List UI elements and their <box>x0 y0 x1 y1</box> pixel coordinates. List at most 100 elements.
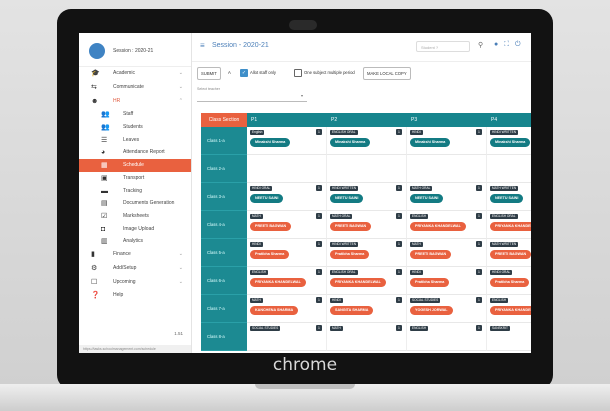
sidebar-item-transport[interactable]: ▣ Transport <box>79 172 191 185</box>
teacher-chip[interactable]: NEETU SAINI <box>490 194 524 203</box>
sidebar-item-finance[interactable]: ▮ Finance ⌄ <box>79 248 191 262</box>
subject-tag: SOCIAL STUDIES <box>410 298 441 303</box>
sidebar-item-add-setup[interactable]: ⚙ Add/Setup ⌄ <box>79 262 191 276</box>
schedule-cell[interactable]: HINDI WRITTEN 1 NEETU SAINI <box>327 183 407 211</box>
teacher-chip[interactable]: PREETI BAGWAN <box>490 250 531 259</box>
sidebar-item-communicate[interactable]: ⇆ Communicate ⌄ <box>79 81 191 95</box>
teacher-chip[interactable]: Minakshi Sharma <box>490 138 531 147</box>
schedule-cell[interactable]: MATH ORAL 1 PREETI BAGWAN <box>327 211 407 239</box>
school-logo[interactable] <box>89 43 105 59</box>
teacher-chip[interactable]: Pratibha Sharma <box>410 278 450 287</box>
schedule-cell[interactable]: SANSKRIT1 <box>487 323 531 351</box>
schedule-cell[interactable]: HINDI 1 Pratibha Sharma <box>407 267 487 295</box>
sidebar-item-documents-generation[interactable]: ▤ Documents Generation <box>79 197 191 210</box>
teacher-chip[interactable]: PRIYANKA KHANDELWAL <box>250 278 306 287</box>
teacher-chip[interactable]: Pratibha Sharma <box>490 278 530 287</box>
subject-tag: HINDI <box>410 130 423 135</box>
sidebar-item-image-upload[interactable]: ◘ Image Upload <box>79 223 191 236</box>
sidebar-item-analytics[interactable]: ▥ Analytics <box>79 235 191 248</box>
schedule-cell[interactable]: SOCIAL STUDIES 1 YOGESH JORWAL <box>407 295 487 323</box>
subject-tag: MATH ORAL <box>410 186 433 191</box>
schedule-cell[interactable]: ENGLISH1PRIYANKA KHANDELWAL <box>247 267 327 295</box>
sidebar-item-tracking[interactable]: ▬ Tracking <box>79 185 191 198</box>
schedule-cell[interactable]: MATH 1 PREETI BAGWAN <box>247 211 327 239</box>
status-url: https://tasks.schoolmanagement.com/sched… <box>79 345 191 353</box>
teacher-chip[interactable]: NEETU SAINI <box>330 194 364 203</box>
sidebar-item-schedule[interactable]: ▦ Schedule <box>79 159 191 172</box>
schedule-cell[interactable] <box>407 155 487 183</box>
sidebar-item-upcoming[interactable]: ☐ Upcoming ⌄ <box>79 276 191 290</box>
teacher-select[interactable]: Select teacher ▾ <box>197 87 307 102</box>
top-action-icons[interactable]: ● ⛶ ⏻ <box>494 41 523 49</box>
schedule-cell[interactable]: HINDI WRITTEN1Minakshi Sharma <box>487 127 531 155</box>
sidebar-item-marksheets[interactable]: ☑ Marksheets <box>79 210 191 223</box>
schedule-cell[interactable]: HINDI 1 Minakshi Sharma <box>407 127 487 155</box>
teacher-chip[interactable]: Pratibha Sharma <box>330 250 370 259</box>
schedule-cell[interactable]: ENGLISH1PRIYANKA KHANDELWAL <box>487 295 531 323</box>
schedule-cell[interactable]: MATH 1 KANCHENA SHARMA <box>247 295 327 323</box>
schedule-cell[interactable]: HINDI ORAL 1 NEETU SAINI <box>247 183 327 211</box>
staff-only-checkbox[interactable]: ✓ <box>240 69 248 77</box>
schedule-cell[interactable]: HINDI ORAL1Pratibha Sharma <box>487 267 531 295</box>
teacher-chip[interactable]: PRIYANKA KHANDELWAL <box>330 278 386 287</box>
sidebar-item-help[interactable]: ❓ Help <box>79 289 191 303</box>
schedule-cell[interactable]: ENGLISH ORAL1PRIYANKA KHANDELWAL <box>327 267 407 295</box>
schedule-cell[interactable] <box>247 155 327 183</box>
sidebar-item-students[interactable]: 👥 Students <box>79 121 191 134</box>
sidebar-item-academic[interactable]: 🎓 Academic ⌄ <box>79 67 191 81</box>
teacher-chip[interactable]: SANGITA SHARMA <box>330 306 374 315</box>
sidebar-item-attendance-report[interactable]: ◕ Attendance Report <box>79 146 191 159</box>
teacher-chip[interactable]: PREETI BAGWAN <box>250 222 292 231</box>
subject-tag: HINDI ORAL <box>250 186 273 191</box>
font-size-button[interactable]: A <box>225 67 234 78</box>
teacher-chip[interactable]: NEETU SAINI <box>410 194 444 203</box>
hamburger-menu-icon[interactable]: ≡ <box>200 41 205 50</box>
upcoming-icon: ☐ <box>91 278 98 286</box>
period-count-badge: 1 <box>396 325 402 331</box>
teacher-chip[interactable]: PREETI BAGWAN <box>330 222 372 231</box>
teacher-chip[interactable]: Minakshi Sharma <box>410 138 451 147</box>
teacher-chip[interactable]: YOGESH JORWAL <box>410 306 453 315</box>
teacher-chip[interactable]: PREETI BAGWAN <box>410 250 452 259</box>
schedule-cell[interactable]: MATH ORAL 1 NEETU SAINI <box>407 183 487 211</box>
period-count-badge: 1 <box>396 213 402 219</box>
schedule-cell[interactable]: MATH 1 PREETI BAGWAN <box>407 239 487 267</box>
schedule-cell[interactable]: ENGLISH ORAL1PRIYANKA KHANDELWAL <box>487 211 531 239</box>
student-search-input[interactable]: Student ? <box>416 41 470 52</box>
teacher-chip[interactable]: Minakshi Sharma <box>250 138 291 147</box>
sidebar-item-leaves[interactable]: ☰ Leaves <box>79 134 191 147</box>
schedule-cell[interactable]: SOCIAL STUDIES 1 <box>247 323 327 351</box>
schedule-cell[interactable] <box>327 155 407 183</box>
teacher-chip[interactable]: Minakshi Sharma <box>330 138 371 147</box>
teacher-chip[interactable]: PRIYANKA KHANDELWAL <box>490 222 531 231</box>
sidebar-item-hr[interactable]: ☻ HR ⌃ <box>79 95 191 109</box>
sidebar-item-label: Attendance Report <box>123 149 165 156</box>
period-count-badge: 1 <box>396 297 402 303</box>
teacher-chip[interactable]: KANCHENA SHARMA <box>250 306 299 315</box>
schedule-cell[interactable]: ENGLISH 1 <box>407 323 487 351</box>
schedule-cell[interactable]: MATH WRITTEN1PREETI BAGWAN <box>487 239 531 267</box>
schedule-cell[interactable]: ENGLISH ORAL 1 Minakshi Sharma <box>327 127 407 155</box>
schedule-cell[interactable]: HINDI 1 SANGITA SHARMA <box>327 295 407 323</box>
teacher-chip[interactable]: PRIYANKA KHANDELWAL <box>490 306 531 315</box>
teacher-chip[interactable]: Pratibha Sharma <box>250 250 290 259</box>
submit-button[interactable]: SUBMIT <box>197 67 221 80</box>
schedule-cell[interactable]: HINDI 1 Pratibha Sharma <box>247 239 327 267</box>
teacher-chip[interactable]: PRIYANKA KHANDELWAL <box>410 222 466 231</box>
bus-icon: ▣ <box>101 174 108 182</box>
schedule-cell[interactable]: MATH 1 <box>327 323 407 351</box>
schedule-cell[interactable] <box>487 155 531 183</box>
multiple-period-checkbox[interactable] <box>294 69 302 77</box>
sidebar-item-label: Academic <box>113 70 135 76</box>
sidebar-item-staff[interactable]: 👥 Staff <box>79 108 191 121</box>
search-icon[interactable]: ⚲ <box>478 41 483 49</box>
class-label: Class 3-a <box>201 183 247 211</box>
make-local-copy-button[interactable]: MAKE LOCAL COPY <box>363 67 411 80</box>
schedule-cell[interactable]: MATH WRITTEN1NEETU SAINI <box>487 183 531 211</box>
schedule-cell[interactable]: English 1 Minakshi Sharma <box>247 127 327 155</box>
subject-tag: ENGLISH ORAL <box>330 130 358 135</box>
period-count-badge: 1 <box>316 185 322 191</box>
teacher-chip[interactable]: NEETU SAINI <box>250 194 284 203</box>
schedule-cell[interactable]: HINDI WRITTEN 1 Pratibha Sharma <box>327 239 407 267</box>
schedule-cell[interactable]: ENGLISH1PRIYANKA KHANDELWAL <box>407 211 487 239</box>
